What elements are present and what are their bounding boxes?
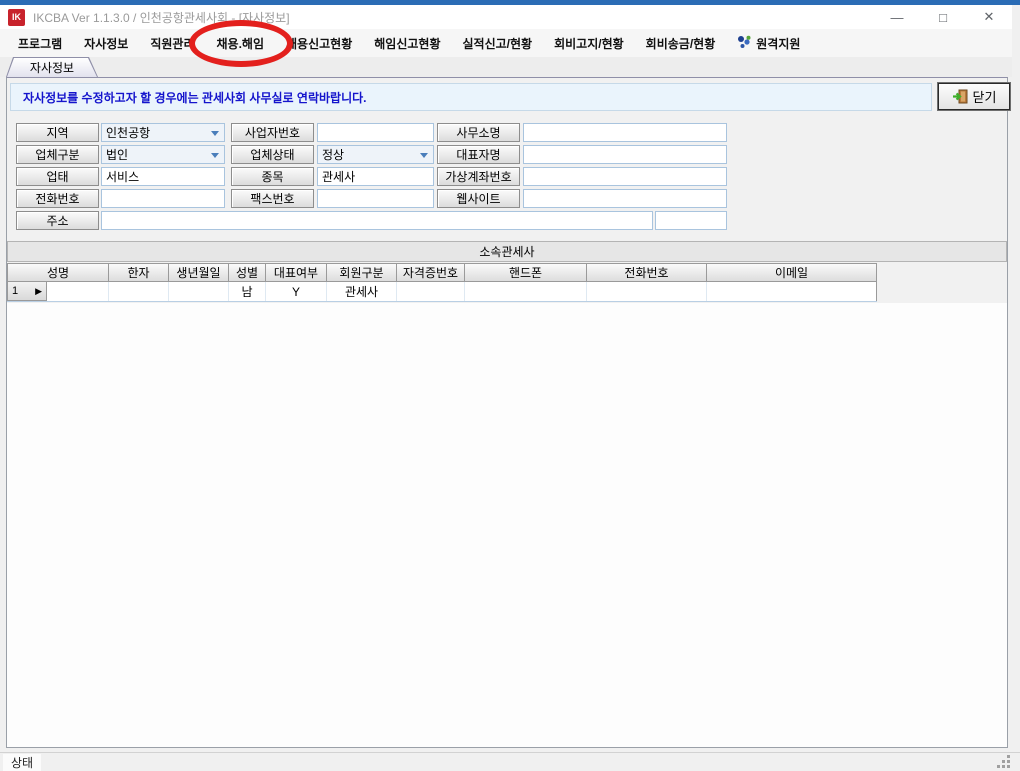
tab-company-info[interactable]: 자사정보 [6,57,98,77]
col-header-gender[interactable]: 성별 [229,263,266,282]
exit-door-icon [952,89,968,104]
menu-bar: 프로그램 자사정보 직원관리 채용.해임 채용신고현황 해임신고현황 실적신고/… [0,29,1012,57]
chevron-down-icon [211,131,219,136]
menu-performance-report[interactable]: 실적신고/현황 [463,35,533,52]
office-name-input[interactable] [523,123,727,142]
remote-support-icon [737,35,752,52]
content-area: 자사정보를 수정하고자 할 경우에는 관세사회 사무실로 연락바랍니다. 닫기 … [6,77,1008,748]
fax-input[interactable] [317,189,434,208]
menu-fee-remittance[interactable]: 회비송금/현황 [646,35,716,52]
cell-phone[interactable] [587,282,707,301]
cell-member-type[interactable]: 관세사 [327,282,397,301]
cell-name[interactable]: 1 ▶ [7,282,109,301]
menu-remote-support-label: 원격지원 [756,35,800,52]
notice-text: 자사정보를 수정하고자 할 경우에는 관세사회 사무실로 연락바랍니다. [23,89,367,106]
status-bar: 상태 [0,752,1020,771]
office-name-label: 사무소명 [437,123,520,142]
business-item-label: 종목 [231,167,314,186]
col-header-member-type[interactable]: 회원구분 [327,263,397,282]
minimize-button[interactable]: — [874,5,920,29]
company-type-label: 업체구분 [16,145,99,164]
region-label: 지역 [16,123,99,142]
status-label: 상태 [3,754,41,771]
notice-banner: 자사정보를 수정하고자 할 경우에는 관세사회 사무실로 연락바랍니다. [10,83,932,111]
company-status-label: 업체상태 [231,145,314,164]
cell-mobile[interactable] [465,282,587,301]
col-header-hanja[interactable]: 한자 [109,263,169,282]
menu-remote-support[interactable]: 원격지원 [737,35,800,52]
fax-label: 팩스번호 [231,189,314,208]
row-indicator: 1 ▶ [7,282,47,301]
ceo-name-input[interactable] [523,145,727,164]
company-status-select[interactable]: 정상 [317,145,434,164]
window-controls: — □ ✕ [874,5,1012,29]
cell-license-number[interactable] [397,282,465,301]
address-extra-input[interactable] [655,211,727,230]
chevron-down-icon [211,153,219,158]
menu-program[interactable]: 프로그램 [18,35,62,52]
grid-empty-area [7,303,1007,747]
maximize-button[interactable]: □ [920,5,966,29]
app-window: IK IKCBA Ver 1.1.3.0 / 인천공항관세사회 - [자사정보]… [0,0,1020,771]
address-label: 주소 [16,211,99,230]
grid-group-header: 소속관세사 [7,241,1007,262]
chevron-down-icon [420,153,428,158]
row-number: 1 [12,285,18,297]
close-page-button-label: 닫기 [973,87,997,106]
col-header-email[interactable]: 이메일 [707,263,877,282]
grid-header-row: 성명 한자 생년월일 성별 대표여부 회원구분 자격증번호 핸드폰 전화번호 이… [7,263,877,282]
col-header-mobile[interactable]: 핸드폰 [465,263,587,282]
title-bar: IK IKCBA Ver 1.1.3.0 / 인천공항관세사회 - [자사정보]… [0,5,1012,29]
website-label: 웹사이트 [437,189,520,208]
virtual-account-input[interactable] [523,167,727,186]
region-select-value: 인천공항 [106,124,150,141]
col-header-phone[interactable]: 전화번호 [587,263,707,282]
resize-grip-icon[interactable] [997,755,1010,768]
cell-hanja[interactable] [109,282,169,301]
business-category-label: 업태 [16,167,99,186]
company-status-select-value: 정상 [322,146,344,163]
menu-fee-notice[interactable]: 회비고지/현황 [554,35,624,52]
business-item-input[interactable] [317,167,434,186]
company-type-select-value: 법인 [106,146,128,163]
window-title: IKCBA Ver 1.1.3.0 / 인천공항관세사회 - [자사정보] [33,9,290,26]
phone-label: 전화번호 [16,189,99,208]
cell-email[interactable] [707,282,877,301]
app-logo-icon: IK [8,9,25,26]
col-header-license-number[interactable]: 자격증번호 [397,263,465,282]
cell-birthdate[interactable] [169,282,229,301]
business-number-label: 사업자번호 [231,123,314,142]
menu-staff-management[interactable]: 직원관리 [150,35,194,52]
menu-hire-report-status[interactable]: 채용신고현황 [286,35,352,52]
col-header-birthdate[interactable]: 생년월일 [169,263,229,282]
menu-hire-dismiss[interactable]: 채용.해임 [217,35,265,52]
website-input[interactable] [523,189,727,208]
menu-dismiss-report-status[interactable]: 해임신고현황 [374,35,440,52]
company-type-select[interactable]: 법인 [101,145,225,164]
ceo-name-label: 대표자명 [437,145,520,164]
business-category-input[interactable] [101,167,225,186]
col-header-name[interactable]: 성명 [7,263,109,282]
virtual-account-label: 가상계좌번호 [437,167,520,186]
business-number-input[interactable] [317,123,434,142]
close-button[interactable]: ✕ [966,5,1012,29]
address-input[interactable] [101,211,653,230]
col-header-representative[interactable]: 대표여부 [266,263,327,282]
tab-bar: 자사정보 [0,57,1012,77]
current-row-arrow-icon: ▶ [35,286,42,297]
cell-gender[interactable]: 남 [229,282,266,301]
phone-input[interactable] [101,189,225,208]
tab-company-info-label: 자사정보 [7,58,97,77]
region-select[interactable]: 인천공항 [101,123,225,142]
close-page-button[interactable]: 닫기 [937,82,1011,111]
grid-row-1[interactable]: 1 ▶ 남 Y 관세사 [7,282,877,302]
cell-representative[interactable]: Y [266,282,327,301]
menu-company-info[interactable]: 자사정보 [84,35,128,52]
